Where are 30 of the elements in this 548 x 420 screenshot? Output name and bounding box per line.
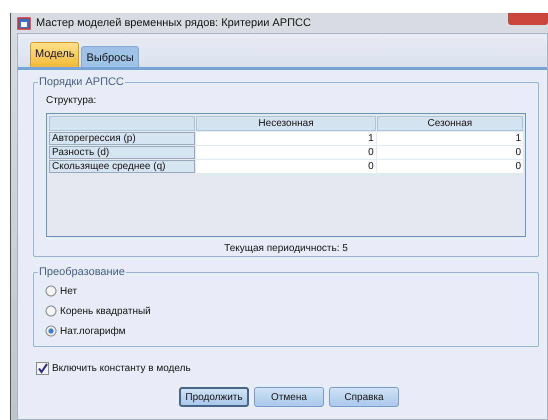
radio-button[interactable]	[45, 325, 57, 337]
group-title: Преобразование	[38, 266, 126, 278]
structure-label: Структура:	[46, 95, 98, 106]
table-cell[interactable]: 1	[196, 132, 376, 145]
column-header: Сезонная	[376, 116, 523, 131]
table-cell[interactable]: 0	[196, 146, 376, 159]
table-cell[interactable]: 0	[376, 146, 523, 159]
app-icon	[17, 16, 31, 30]
periodicity-text: Текущая периодичность: 5	[223, 243, 349, 254]
radio-label[interactable]: Нат.логарифм	[60, 326, 126, 336]
checkbox[interactable]	[36, 362, 49, 375]
checkbox-label[interactable]: Включить константу в модель	[52, 363, 191, 374]
radio-label[interactable]: Корень квадратный	[60, 306, 151, 316]
radio-button[interactable]	[45, 305, 57, 317]
table-cell[interactable]: 0	[196, 160, 376, 173]
tab[interactable]: Выбросы	[81, 46, 139, 67]
dialog-button[interactable]: Отмена	[254, 387, 324, 407]
group-title: Порядки АРПСС	[38, 76, 125, 88]
radio-label[interactable]: Нет	[60, 286, 78, 296]
dialog-button[interactable]: Справка	[329, 387, 399, 407]
column-header: Несезонная	[196, 116, 376, 131]
dialog-button[interactable]: Продолжить	[179, 387, 249, 407]
radio-button[interactable]	[45, 285, 57, 297]
row-header: Скользящее среднее (q)	[49, 160, 196, 173]
row-header: Авторегрессия (p)	[49, 132, 196, 145]
tab[interactable]: Модель	[30, 42, 80, 67]
window-title: Мастер моделей временных рядов: Критерии АРПСС	[36, 17, 311, 29]
table-cell[interactable]: 0	[376, 160, 523, 173]
row-header: Разность (d)	[49, 146, 196, 159]
table-cell[interactable]: 1	[376, 132, 523, 145]
